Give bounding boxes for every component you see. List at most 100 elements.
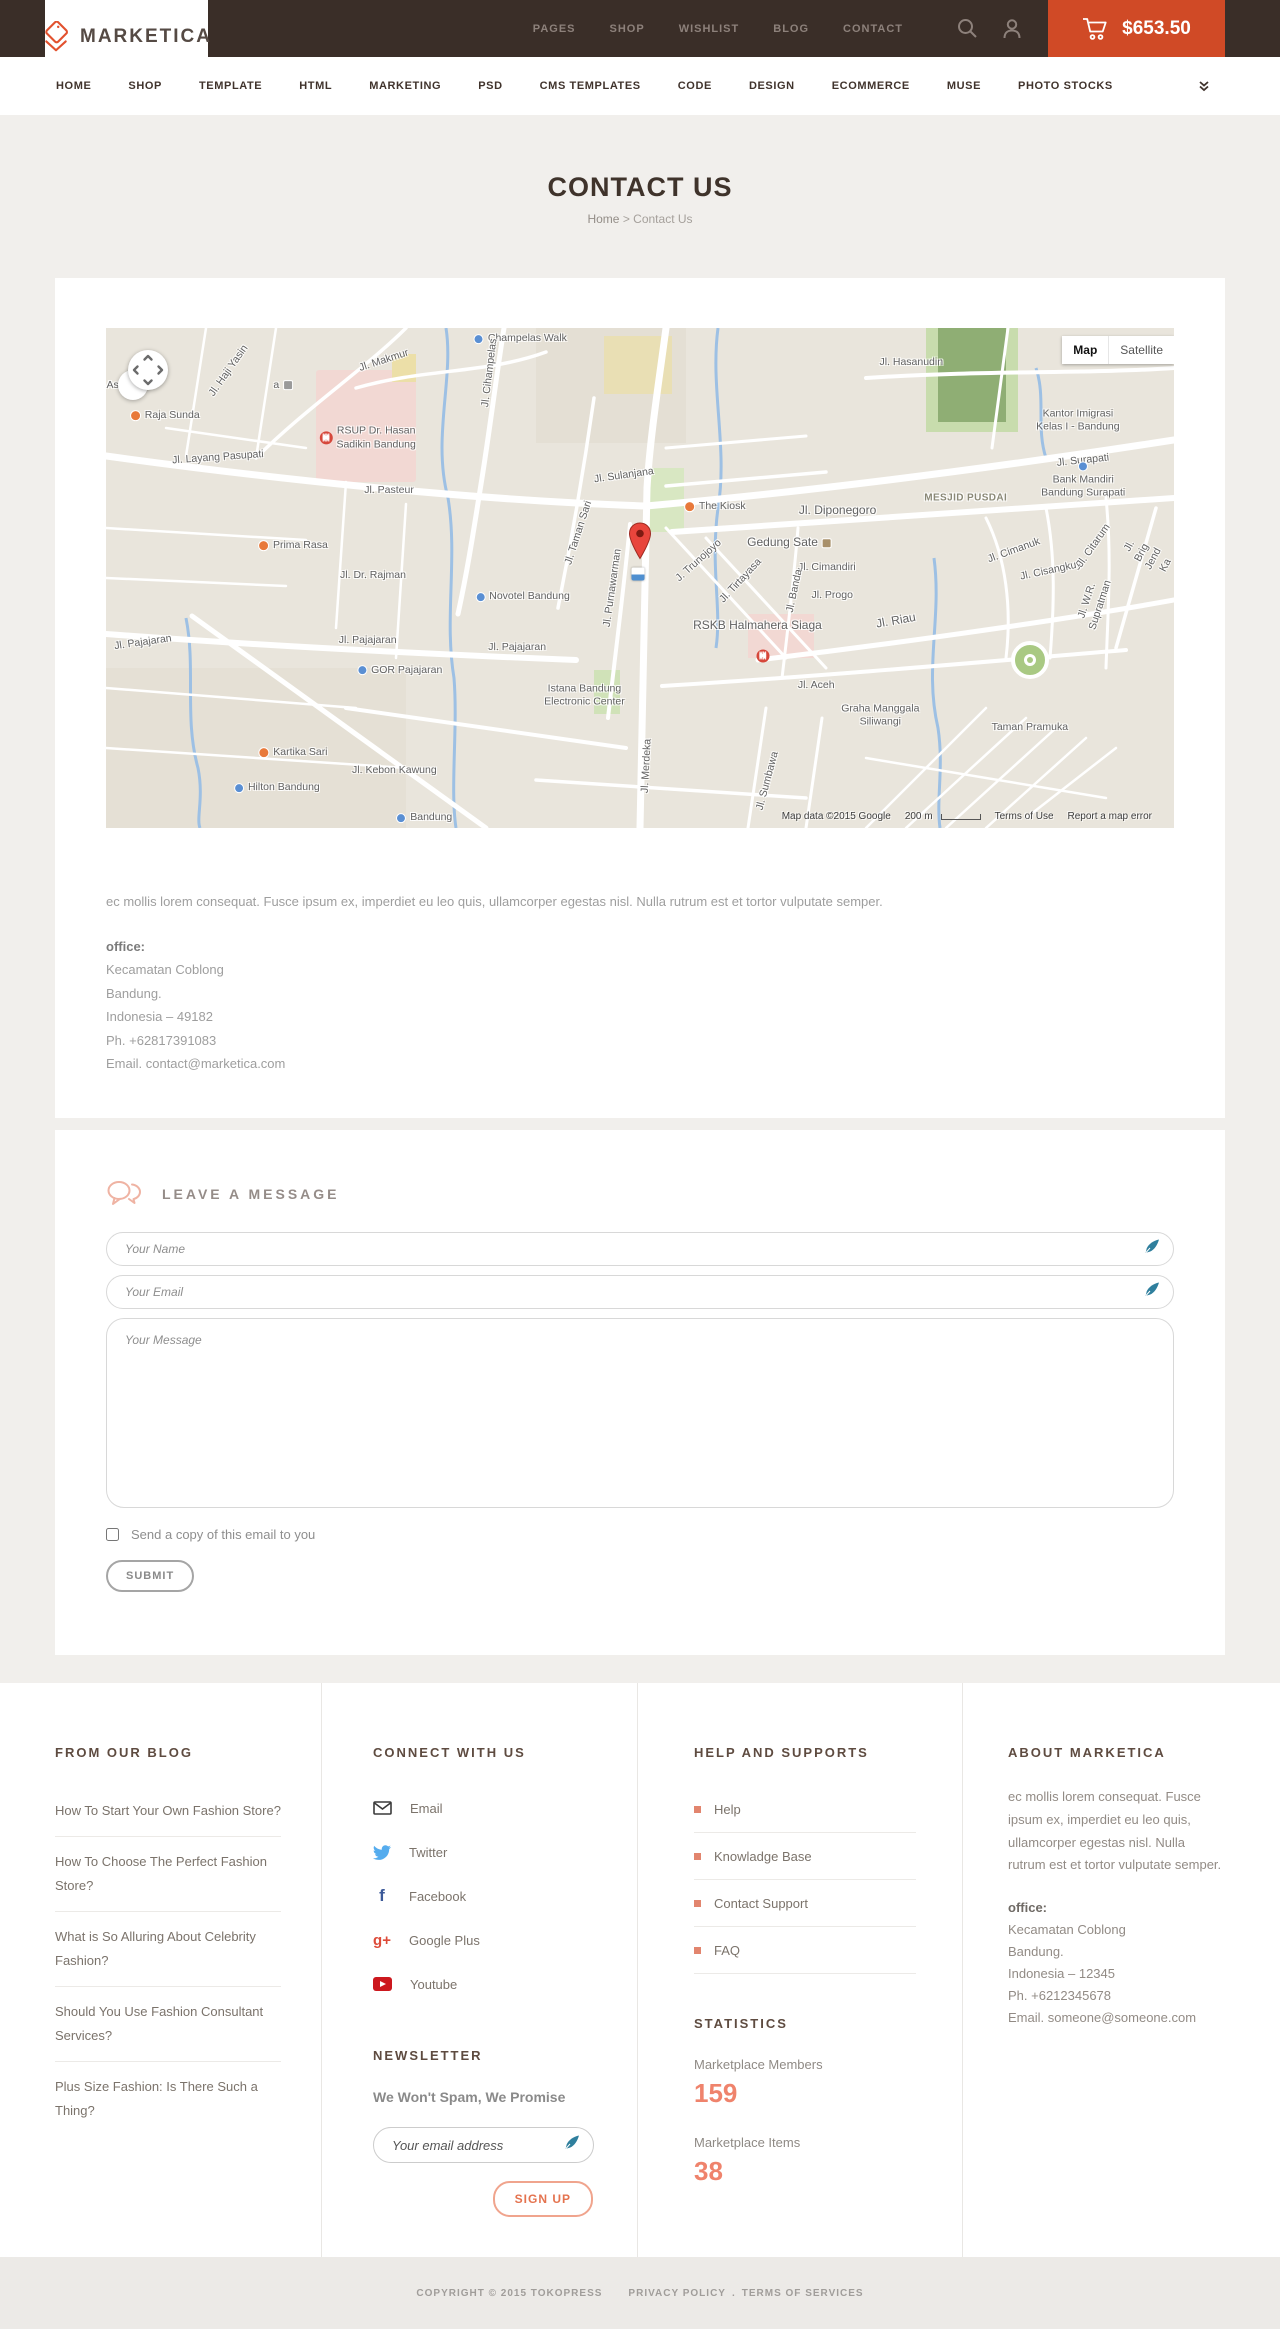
logo[interactable]: MARKETICA — [45, 0, 210, 73]
blog-link[interactable]: Should You Use Fashion Consultant Servic… — [55, 1987, 281, 2063]
nav-template[interactable]: TEMPLATE — [199, 80, 262, 92]
square-bullet-icon — [694, 1946, 701, 1954]
social-link-email[interactable]: Email — [373, 1786, 593, 1830]
office-line: Bandung. — [106, 985, 162, 1001]
nav-muse[interactable]: MUSE — [947, 80, 981, 92]
footer-blog-column: FROM OUR BLOG How To Start Your Own Fash… — [55, 1683, 322, 2257]
map-view-button[interactable]: Map — [1062, 336, 1109, 364]
page-header: CONTACT US Home > Contact Us — [0, 115, 1280, 278]
social-link-twitter[interactable]: Twitter — [373, 1830, 593, 1874]
signup-button[interactable]: SIGN UP — [492, 2181, 593, 2217]
square-bullet-icon — [694, 1899, 701, 1907]
nav-ecommerce[interactable]: ECOMMERCE — [832, 80, 910, 92]
contact-info-card: Champelas Walk Jl. Hasanudin Jl. Cihampela… — [55, 278, 1225, 1118]
newsletter-email-input[interactable] — [373, 2127, 594, 2163]
privacy-policy-link[interactable]: PRIVACY POLICY — [628, 2288, 726, 2299]
nav-html[interactable]: HTML — [299, 80, 332, 92]
header-nav-shop[interactable]: SHOP — [610, 23, 645, 35]
map-pan-control[interactable] — [128, 350, 168, 390]
name-input[interactable] — [106, 1232, 1174, 1266]
nav-psd[interactable]: PSD — [478, 80, 502, 92]
social-link-facebook[interactable]: f Facebook — [373, 1874, 593, 1918]
cart-button[interactable]: $653.50 — [1048, 0, 1225, 57]
office-line: Kecamatan Coblong — [106, 962, 224, 978]
help-heading: HELP AND SUPPORTS — [694, 1745, 869, 1760]
header-nav: PAGES SHOP WISHLIST BLOG CONTACT — [533, 23, 903, 35]
twitter-icon — [373, 1844, 391, 1860]
connect-heading: CONNECT WITH US — [373, 1745, 526, 1760]
satellite-view-button[interactable]: Satellite — [1108, 336, 1174, 364]
top-header: MARKETICA PAGES SHOP WISHLIST BLOG CONTA… — [0, 0, 1280, 73]
stat-members-label: Marketplace Members — [694, 2057, 823, 2072]
nav-marketing[interactable]: MARKETING — [369, 80, 441, 92]
page-title: CONTACT US — [547, 172, 733, 202]
nav-code[interactable]: CODE — [678, 80, 712, 92]
copyright-text: COPYRIGHT © 2015 TOKOPRESS — [416, 2287, 603, 2299]
send-copy-checkbox[interactable] — [106, 1528, 119, 1541]
cart-total: $653.50 — [1122, 17, 1191, 39]
blog-link[interactable]: What is So Alluring About Celebrity Fash… — [55, 1912, 281, 1988]
map-attribution: Map data ©2015 Google 200 m Terms of Use… — [782, 811, 1152, 822]
user-account-icon[interactable] — [1002, 18, 1022, 39]
send-copy-label: Send a copy of this email to you — [131, 1527, 316, 1542]
pen-icon — [1144, 1282, 1160, 1303]
help-link[interactable]: Knowladge Base — [694, 1833, 916, 1880]
header-nav-blog[interactable]: BLOG — [773, 23, 809, 35]
submit-button[interactable]: SUBMIT — [106, 1560, 195, 1592]
breadcrumb-home[interactable]: Home — [587, 212, 619, 226]
nav-design[interactable]: DESIGN — [749, 80, 795, 92]
copyright-bar: COPYRIGHT © 2015 TOKOPRESS PRIVACY POLIC… — [0, 2257, 1280, 2329]
office-line: Bandung. — [1008, 1944, 1064, 1960]
header-nav-pages[interactable]: PAGES — [533, 23, 576, 35]
header-nav-contact[interactable]: CONTACT — [843, 23, 903, 35]
footer: FROM OUR BLOG How To Start Your Own Fash… — [0, 1683, 1280, 2257]
nav-cms-templates[interactable]: CMS TEMPLATES — [540, 80, 641, 92]
social-link-google-plus[interactable]: g+ Google Plus — [373, 1918, 593, 1962]
blog-link[interactable]: Plus Size Fashion: Is There Such a Thing… — [55, 2062, 281, 2136]
cart-icon — [1082, 17, 1108, 41]
link-separator: . — [731, 2287, 736, 2299]
office-label: office: — [106, 939, 145, 954]
help-link[interactable]: FAQ — [694, 1927, 916, 1974]
chevron-double-down-icon[interactable] — [1198, 80, 1210, 92]
office-line: Indonesia – 12345 — [1008, 1966, 1115, 1982]
office-line: Indonesia – 49182 — [106, 1009, 213, 1025]
breadcrumb: Home > Contact Us — [0, 212, 1280, 226]
social-link-youtube[interactable]: Youtube — [373, 1962, 593, 2006]
email-input[interactable] — [106, 1275, 1174, 1309]
chat-bubbles-icon — [106, 1180, 142, 1208]
square-bullet-icon — [694, 1852, 701, 1860]
nav-shop[interactable]: SHOP — [128, 80, 162, 92]
youtube-icon — [373, 1977, 392, 1991]
office-line: Email. someone@someone.com — [1008, 2010, 1197, 2026]
office-label: office: — [1008, 1900, 1047, 1915]
footer-about-column: ABOUT MARKETICA ec mollis lorem consequa… — [963, 1683, 1225, 2257]
terms-of-services-link[interactable]: TERMS OF SERVICES — [742, 2288, 864, 2299]
terms-of-use-link[interactable]: Terms of Use — [995, 811, 1054, 822]
help-link[interactable]: Help — [694, 1786, 916, 1833]
google-map[interactable]: Champelas Walk Jl. Hasanudin Jl. Cihampela… — [106, 328, 1174, 828]
header-nav-wishlist[interactable]: WISHLIST — [679, 23, 740, 35]
message-textarea[interactable] — [106, 1318, 1174, 1508]
breadcrumb-separator: > — [622, 212, 630, 226]
blog-heading: FROM OUR BLOG — [55, 1745, 193, 1760]
footer-help-column: HELP AND SUPPORTS Help Knowladge Base Co… — [638, 1683, 963, 2257]
location-marker-pin[interactable] — [628, 522, 653, 565]
about-text: ec mollis lorem consequat. Fusce ipsum e… — [1008, 1789, 1222, 1873]
blog-link[interactable]: How To Choose The Perfect Fashion Store? — [55, 1837, 281, 1913]
search-icon[interactable] — [957, 18, 978, 39]
nav-photo-stocks[interactable]: PHOTO STOCKS — [1018, 80, 1113, 92]
breadcrumb-current: Contact Us — [633, 212, 693, 226]
report-map-error-link[interactable]: Report a map error — [1068, 811, 1152, 822]
name-field-wrap — [106, 1232, 1174, 1266]
message-form-card: LEAVE A MESSAGE Send a copy of this emai… — [55, 1130, 1225, 1655]
brand-name: MARKETICA — [80, 25, 212, 47]
newsletter-tagline: We Won't Spam, We Promise — [373, 2089, 566, 2105]
about-heading: ABOUT MARKETICA — [1008, 1745, 1166, 1760]
statistics-heading: STATISTICS — [694, 2016, 788, 2031]
help-link[interactable]: Contact Support — [694, 1880, 916, 1927]
blog-link[interactable]: How To Start Your Own Fashion Store? — [55, 1786, 281, 1838]
map-graphics — [106, 328, 1174, 828]
nav-home[interactable]: HOME — [56, 80, 91, 92]
map-scale-bar — [940, 813, 981, 820]
